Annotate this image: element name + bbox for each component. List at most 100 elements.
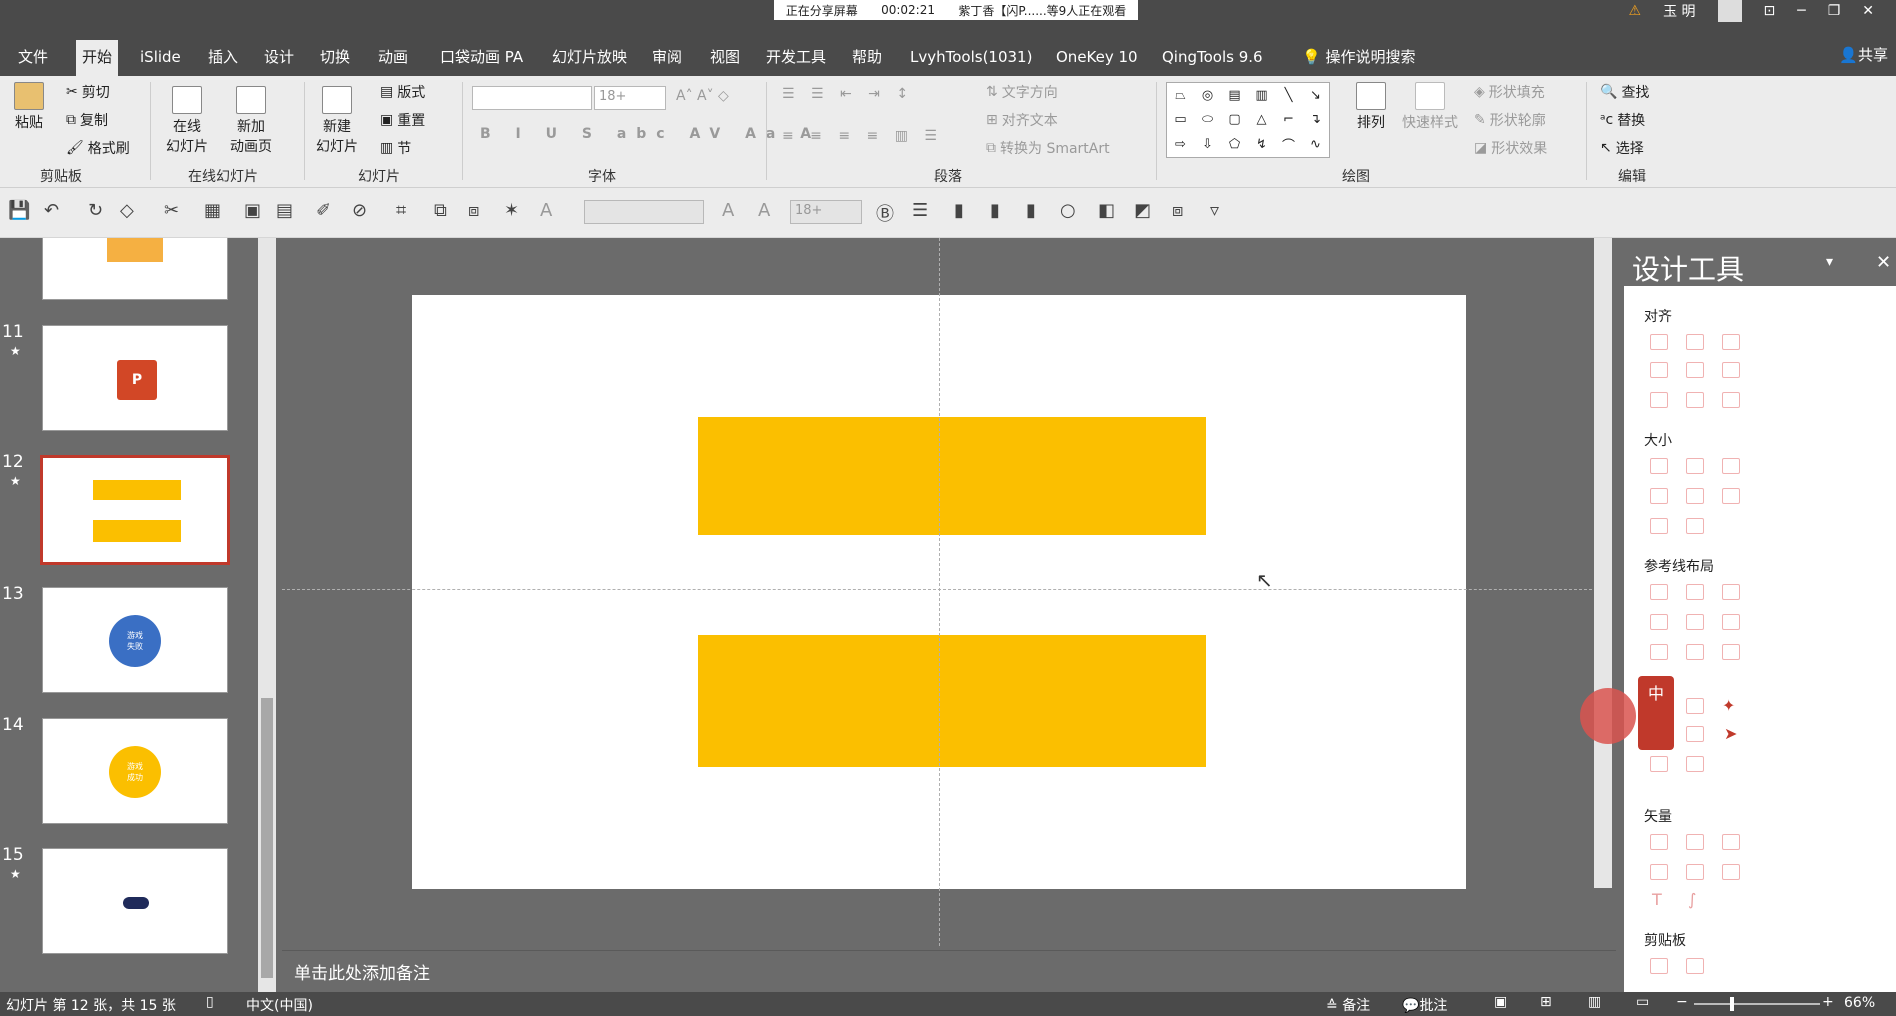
numbering-icon[interactable]: ☰ xyxy=(912,200,928,221)
tab-insert[interactable]: 插入 xyxy=(202,40,244,76)
clip-copy-icon[interactable] xyxy=(1650,958,1668,974)
size-icon[interactable] xyxy=(1686,488,1704,504)
customize-qat-icon[interactable]: ▿ xyxy=(1210,200,1219,221)
shapes-gallery[interactable]: ⏢ ◎ ▤ ▥ ╲ ↘ ▭ ⬭ ▢ △ ⌐ ↴ ⇨ ⇩ ⬠ ↯ ⌒ ∿ xyxy=(1166,82,1330,158)
crop-icon[interactable]: ⌗ xyxy=(396,200,406,221)
grow-font-icon[interactable]: A˄ A˅ ◇ xyxy=(676,88,729,104)
size-icon[interactable] xyxy=(1650,488,1668,504)
vector-fragment-icon[interactable] xyxy=(1722,834,1740,850)
smartart-button[interactable]: ⧉ 转换为 SmartArt xyxy=(986,138,1110,158)
guide-right-icon[interactable] xyxy=(1722,584,1740,600)
ime-badge[interactable]: 中 xyxy=(1638,676,1674,750)
slide-scrollbar[interactable] xyxy=(1594,238,1612,888)
circle-icon[interactable]: ◎ xyxy=(1202,88,1213,103)
align-text-button[interactable]: ⊞ 对齐文本 xyxy=(986,110,1058,130)
warning-icon[interactable]: ⚠ xyxy=(1629,3,1642,19)
language-indicator[interactable]: 中文(中国) xyxy=(246,995,313,1015)
minimize-icon[interactable]: ─ xyxy=(1797,3,1805,19)
ungroup-icon[interactable]: ⧈ xyxy=(468,200,479,221)
guide-bottom-icon[interactable] xyxy=(1722,614,1740,630)
bar-icon[interactable]: ▮ xyxy=(990,200,1000,221)
restore-icon[interactable]: ❐ xyxy=(1828,3,1841,19)
align-middle-icon[interactable] xyxy=(1686,362,1704,378)
quick-styles-button[interactable]: 快速样式 xyxy=(1402,82,1458,132)
zoom-slider[interactable] xyxy=(1694,997,1820,1011)
zoom-in-icon[interactable]: + xyxy=(1822,994,1834,1010)
tab-transitions[interactable]: 切换 xyxy=(314,40,356,76)
distribute-h-icon[interactable] xyxy=(1650,392,1668,408)
size-icon[interactable] xyxy=(1686,518,1704,534)
vertical-guide[interactable] xyxy=(939,238,940,946)
slide-thumbnail-selected[interactable] xyxy=(40,455,230,565)
spellcheck-icon[interactable]: ▯ xyxy=(206,994,214,1010)
snip-rect-icon[interactable]: ⬠ xyxy=(1229,137,1240,152)
bar-icon[interactable]: ▮ xyxy=(954,200,964,221)
tab-developer[interactable]: 开发工具 xyxy=(760,40,832,76)
freeform-icon[interactable]: ↯ xyxy=(1256,137,1267,152)
clip-paste-icon[interactable] xyxy=(1686,958,1704,974)
undo-icon[interactable]: ↶ xyxy=(44,200,59,221)
guide-icon[interactable] xyxy=(1722,644,1740,660)
tab-qingtools[interactable]: QingTools 9.6 xyxy=(1156,40,1269,76)
bring-forward-icon[interactable]: ◧ xyxy=(1098,200,1115,221)
grow-font-icon[interactable]: A xyxy=(722,200,734,221)
slide-thumbnail[interactable]: P xyxy=(42,325,228,431)
zoom-level[interactable]: 66% xyxy=(1844,995,1875,1011)
distribute-grid-icon[interactable] xyxy=(1722,392,1740,408)
paint-icon[interactable]: ✐ xyxy=(316,200,331,221)
send-backward-icon[interactable]: ◩ xyxy=(1134,200,1151,221)
pane-menu-icon[interactable]: ▾ xyxy=(1826,254,1833,270)
same-width-icon[interactable] xyxy=(1650,458,1668,474)
yellow-rectangle-top[interactable] xyxy=(698,417,1206,535)
bar-icon[interactable]: ▮ xyxy=(1026,200,1036,221)
tell-me-search[interactable]: 💡 操作说明搜索 xyxy=(1296,40,1421,76)
effects-icon[interactable]: ✶ xyxy=(504,200,519,221)
close-icon[interactable]: ✕ xyxy=(1862,3,1874,19)
tab-lvyhtools[interactable]: LvyhTools(1031) xyxy=(904,40,1038,76)
right-arrow-icon[interactable]: ⇨ xyxy=(1175,137,1186,152)
tab-help[interactable]: 帮助 xyxy=(846,40,888,76)
paste-button[interactable]: 粘贴 xyxy=(14,82,44,132)
text-direction-button[interactable]: ⇅ 文字方向 xyxy=(986,82,1058,102)
zoom-slider-thumb[interactable] xyxy=(1730,997,1734,1011)
guide-top-icon[interactable] xyxy=(1650,614,1668,630)
animation-painter-icon[interactable]: ✂ xyxy=(164,200,179,221)
guide-icon[interactable] xyxy=(1686,644,1704,660)
new-slide-button[interactable]: 新建 幻灯片 xyxy=(316,86,358,156)
section-button[interactable]: ▥ 节 xyxy=(380,138,411,158)
reset-button[interactable]: ▣ 重置 xyxy=(380,110,425,130)
font-name-combo[interactable] xyxy=(472,86,592,110)
save-icon[interactable]: 💾 xyxy=(8,200,30,221)
elbow-arrow-icon[interactable]: ↴ xyxy=(1310,112,1321,127)
textbox-icon[interactable]: ▤ xyxy=(1228,88,1240,103)
shape-fill-button[interactable]: ◈ 形状填充 xyxy=(1474,82,1545,102)
shape-tool-icon[interactable]: ◇ xyxy=(120,200,134,221)
tab-review[interactable]: 审阅 xyxy=(646,40,688,76)
comments-toggle[interactable]: 💬批注 xyxy=(1402,995,1447,1015)
notes-toggle[interactable]: ≙ 备注 xyxy=(1326,995,1370,1015)
size-icon[interactable] xyxy=(1722,488,1740,504)
thumbnail-scrollbar[interactable] xyxy=(258,238,276,992)
trapezoid-icon[interactable]: ⏢ xyxy=(1175,88,1185,103)
user-name[interactable]: 玉 明 xyxy=(1663,1,1695,21)
textbox-vertical-icon[interactable]: ▥ xyxy=(1255,88,1267,103)
slide-thumbnail[interactable] xyxy=(42,848,228,954)
textbox-icon[interactable]: ▤ xyxy=(276,200,293,221)
vector-combine-icon[interactable] xyxy=(1686,834,1704,850)
new-anim-page-button[interactable]: 新加 动画页 xyxy=(230,86,272,156)
copy-button[interactable]: ⧉ 复制 xyxy=(66,110,108,130)
zoom-out-icon[interactable]: − xyxy=(1676,994,1688,1010)
text-vector-icon[interactable]: T xyxy=(1652,890,1662,909)
cut-button[interactable]: ✂ 剪切 xyxy=(66,82,110,102)
slide-sorter-icon[interactable]: ⊞ xyxy=(1540,994,1552,1010)
align-left-icon[interactable] xyxy=(1650,334,1668,350)
distribute-v-icon[interactable] xyxy=(1686,392,1704,408)
tab-design[interactable]: 设计 xyxy=(258,40,300,76)
size-icon[interactable] xyxy=(1650,518,1668,534)
format-painter-button[interactable]: 🖌 格式刷 xyxy=(66,138,130,158)
horizontal-guide[interactable] xyxy=(282,589,1592,590)
vector-icon[interactable] xyxy=(1722,864,1740,880)
replace-button[interactable]: ᵃc 替换 xyxy=(1600,110,1645,130)
tool-icon[interactable] xyxy=(1686,698,1704,714)
magic-wand-icon[interactable]: ✦ xyxy=(1722,696,1735,715)
